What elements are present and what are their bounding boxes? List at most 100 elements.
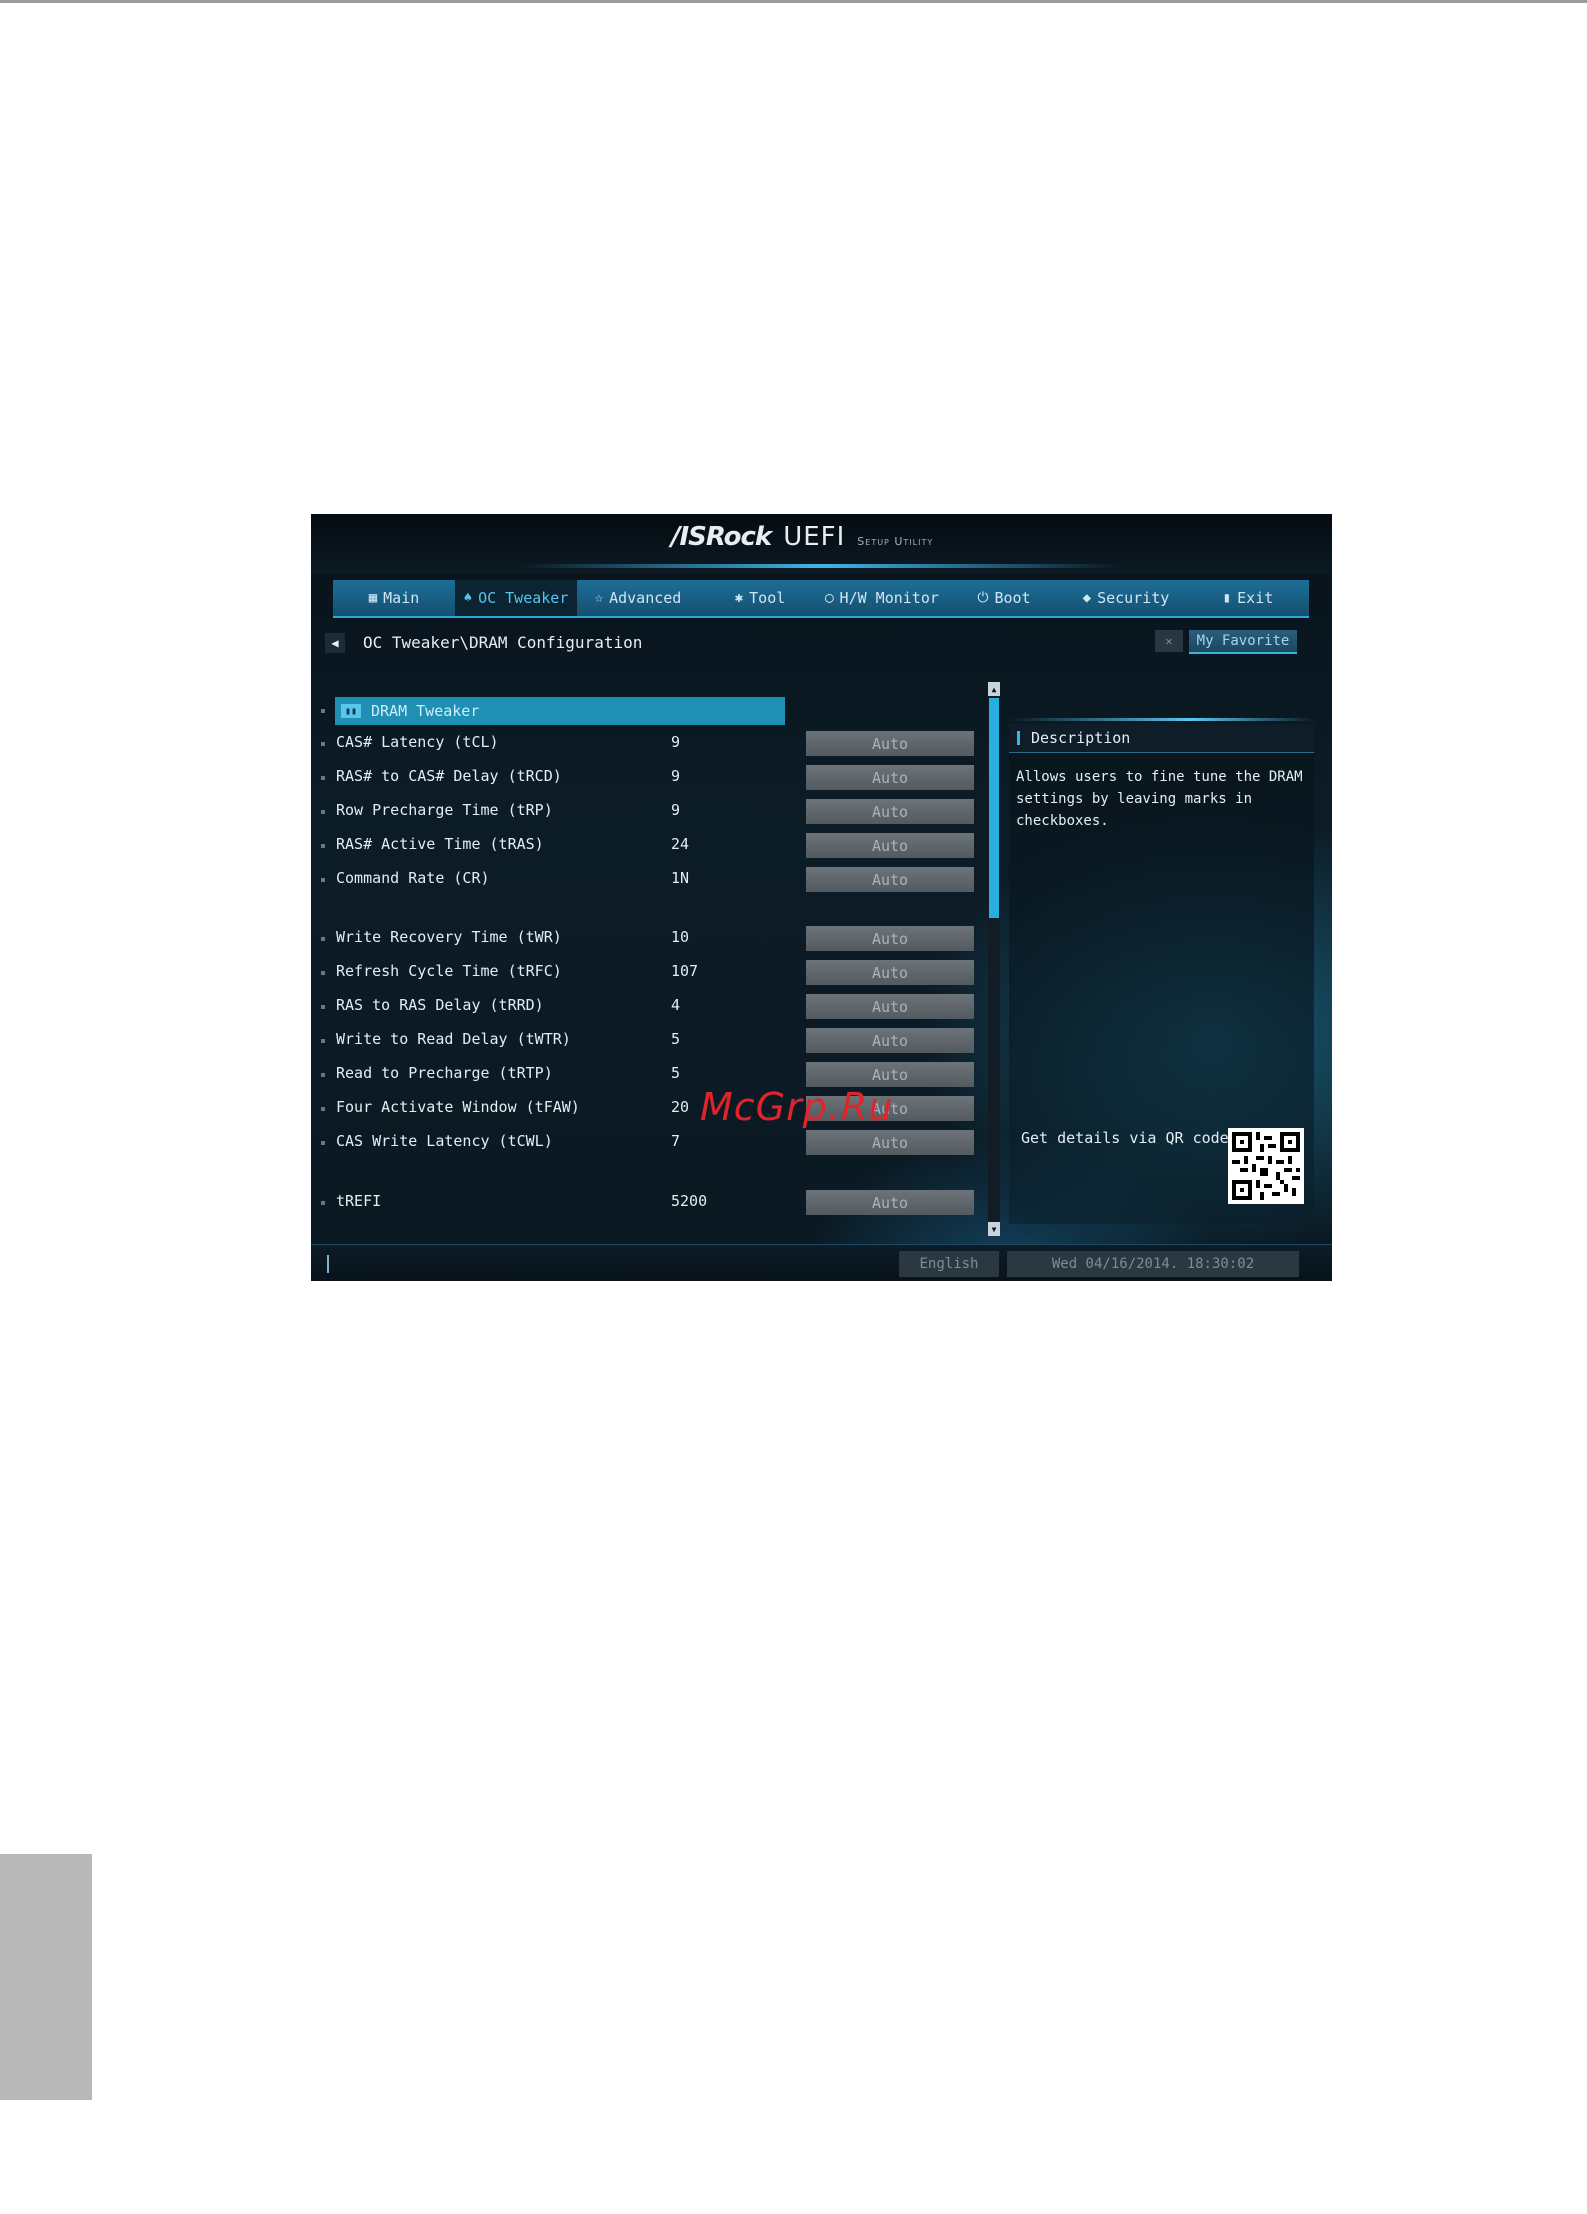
auto-option-button[interactable]: Auto — [806, 926, 974, 951]
setting-label: tREFI — [336, 1192, 382, 1210]
setting-label: Write to Read Delay (tWTR) — [336, 1030, 571, 1048]
description-text: Allows users to fine tune the DRAM setti… — [1016, 769, 1303, 829]
setting-row[interactable]: RAS to RAS Delay (tRRD) 4 Auto — [311, 993, 1001, 1021]
star-icon: ☆ — [594, 590, 604, 606]
auto-option-button[interactable]: Auto — [806, 799, 974, 824]
my-favorite-button[interactable]: My Favorite — [1189, 630, 1297, 654]
setting-value: 107 — [671, 962, 699, 980]
auto-option-button[interactable]: Auto — [806, 994, 974, 1019]
tab-exit[interactable]: ▮ Exit — [1187, 580, 1309, 616]
shield-icon: ◆ — [1082, 590, 1092, 606]
setting-value: 7 — [671, 1132, 681, 1150]
tab-main[interactable]: ▦ Main — [333, 580, 455, 616]
language-button[interactable]: English — [899, 1251, 999, 1277]
auto-option-button[interactable]: Auto — [806, 731, 974, 756]
scroll-down-icon[interactable]: ▼ — [988, 1222, 1000, 1236]
setting-label: Write Recovery Time (tWR) — [336, 928, 562, 946]
setting-row[interactable]: Read to Precharge (tRTP) 5 Auto — [311, 1061, 1001, 1089]
tab-advanced[interactable]: ☆ Advanced — [577, 580, 699, 616]
setting-value: 20 — [671, 1098, 690, 1116]
power-icon: ⏻ — [977, 590, 989, 606]
row-bullet — [321, 844, 325, 848]
setting-value: 9 — [671, 767, 681, 785]
setting-row[interactable]: Write to Read Delay (tWTR) 5 Auto — [311, 1027, 1001, 1055]
row-bullet — [321, 878, 325, 882]
auto-option-button[interactable]: Auto — [806, 1190, 974, 1215]
row-bullet — [321, 776, 325, 780]
footer-marker — [327, 1255, 329, 1273]
setting-row[interactable]: Four Activate Window (tFAW) 20 Auto — [311, 1095, 1001, 1123]
setting-label: RAS# to CAS# Delay (tRCD) — [336, 767, 562, 785]
tab-label: Advanced — [609, 589, 682, 607]
memory-icon: ▮▮ — [341, 704, 361, 718]
setting-row[interactable]: Refresh Cycle Time (tRFC) 107 Auto — [311, 959, 1001, 987]
section-label: DRAM Tweaker — [371, 702, 480, 720]
breadcrumb: OC Tweaker\DRAM Configuration — [363, 633, 643, 652]
row-bullet — [321, 1073, 325, 1077]
dram-tweaker-section[interactable]: ▮▮ DRAM Tweaker — [335, 697, 785, 725]
setting-row[interactable]: Write Recovery Time (tWR) 10 Auto — [311, 925, 1001, 953]
logo-subtitle: Setup Utility — [857, 535, 934, 548]
auto-option-button[interactable]: Auto — [806, 765, 974, 790]
row-bullet — [321, 742, 325, 746]
scrollbar-thumb[interactable] — [989, 698, 999, 918]
setting-row[interactable]: RAS# to CAS# Delay (tRCD) 9 Auto — [311, 764, 1001, 792]
setting-row[interactable]: Row Precharge Time (tRP) 9 Auto — [311, 798, 1001, 826]
setting-row[interactable]: tREFI 5200 Auto — [311, 1189, 1001, 1217]
favorite-toggle-icon[interactable]: ✕ — [1155, 630, 1183, 652]
auto-option-button[interactable]: Auto — [806, 1028, 974, 1053]
row-bullet — [321, 1005, 325, 1009]
auto-option-button[interactable]: Auto — [806, 833, 974, 858]
auto-option-button[interactable]: Auto — [806, 1062, 974, 1087]
description-marker — [1017, 731, 1020, 745]
back-arrow-icon[interactable]: ◀ — [325, 633, 345, 653]
scroll-up-icon[interactable]: ▲ — [988, 682, 1000, 696]
description-glow — [1009, 718, 1314, 721]
setting-row[interactable]: CAS Write Latency (tCWL) 7 Auto — [311, 1129, 1001, 1157]
setting-label: RAS# Active Time (tRAS) — [336, 835, 544, 853]
row-bullet — [321, 810, 325, 814]
header-glow — [521, 564, 1121, 568]
tab-label: OC Tweaker — [478, 589, 569, 607]
row-bullet — [321, 937, 325, 941]
setting-row[interactable]: CAS# Latency (tCL) 9 Auto — [311, 730, 1001, 758]
tab-label: Tool — [749, 589, 786, 607]
tab-oc-tweaker[interactable]: ♠ OC Tweaker — [455, 580, 577, 616]
logo-brand: /ISRock — [671, 522, 772, 552]
auto-option-button[interactable]: Auto — [806, 960, 974, 985]
exit-icon: ▮ — [1222, 590, 1232, 606]
top-rule — [0, 0, 1587, 3]
setting-value: 24 — [671, 835, 690, 853]
tab-hw-monitor[interactable]: ◯ H/W Monitor — [821, 580, 943, 616]
tool-icon: ✱ — [734, 590, 744, 606]
tab-label: H/W Monitor — [839, 589, 939, 607]
description-title: Description — [1031, 729, 1131, 747]
tab-tool[interactable]: ✱ Tool — [699, 580, 821, 616]
tab-security[interactable]: ◆ Security — [1065, 580, 1187, 616]
setting-label: Command Rate (CR) — [336, 869, 490, 887]
setting-label: Read to Precharge (tRTP) — [336, 1064, 553, 1082]
setting-value: 10 — [671, 928, 690, 946]
flame-icon: ♠ — [463, 590, 473, 606]
bios-screenshot: /ISRock UEFI Setup Utility ▦ Main ♠ OC Twe… — [311, 514, 1332, 1281]
logo-product: UEFI — [783, 522, 846, 552]
setting-row[interactable]: RAS# Active Time (tRAS) 24 Auto — [311, 832, 1001, 860]
row-bullet — [321, 1039, 325, 1043]
watermark: McGrp.Ru — [700, 1085, 894, 1129]
grid-icon: ▦ — [368, 590, 378, 606]
tab-label: Security — [1097, 589, 1170, 607]
setting-value: 9 — [671, 801, 681, 819]
setting-label: Row Precharge Time (tRP) — [336, 801, 553, 819]
auto-option-button[interactable]: Auto — [806, 1130, 974, 1155]
tab-label: Exit — [1237, 589, 1274, 607]
setting-value: 5200 — [671, 1192, 708, 1210]
setting-value: 1N — [671, 869, 690, 887]
tab-label: Main — [383, 589, 420, 607]
tab-bar: ▦ Main ♠ OC Tweaker ☆ Advanced ✱ Tool ◯ H/W M… — [333, 580, 1309, 618]
setting-row[interactable]: Command Rate (CR) 1N Auto — [311, 866, 1001, 894]
tab-label: Boot — [994, 589, 1031, 607]
auto-option-button[interactable]: Auto — [806, 867, 974, 892]
tab-boot[interactable]: ⏻ Boot — [943, 580, 1065, 616]
setting-label: Four Activate Window (tFAW) — [336, 1098, 580, 1116]
setting-value: 5 — [671, 1030, 681, 1048]
